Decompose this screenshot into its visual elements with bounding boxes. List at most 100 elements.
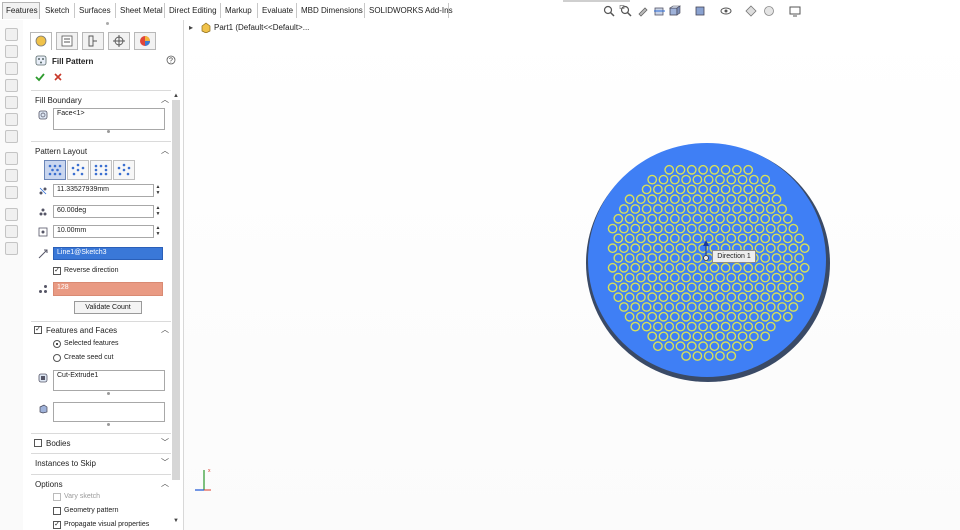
collapse-options-icon[interactable]: ︿ <box>161 480 169 488</box>
tab-solidworks-add-ins[interactable]: SOLIDWORKS Add-Ins <box>366 3 453 18</box>
instance-count-icon <box>39 285 47 293</box>
resize-grip[interactable] <box>107 392 110 395</box>
spacing-spin-down[interactable]: ▼ <box>155 191 161 196</box>
layout-square-button[interactable] <box>90 160 112 180</box>
scroll-up-arrow[interactable]: ▲ <box>172 92 180 100</box>
collapse-fill-boundary-icon[interactable]: ︿ <box>161 96 169 104</box>
property-list-icon <box>61 35 73 47</box>
section-features-faces: Features and Faces <box>46 326 118 335</box>
resize-grip[interactable] <box>107 423 110 426</box>
tab-sketch[interactable]: Sketch <box>42 3 75 18</box>
reverse-direction-checkbox[interactable]: ✓ <box>53 267 61 275</box>
create-seed-cut-label: Create seed cut <box>64 354 114 361</box>
mirror-icon[interactable] <box>5 225 18 238</box>
help-icon[interactable]: ? <box>166 55 176 65</box>
layout-perforation-button[interactable] <box>44 160 66 180</box>
section-options: Options <box>35 480 63 489</box>
scrollbar-thumb[interactable] <box>172 100 180 480</box>
geometry-pattern-checkbox[interactable] <box>53 507 61 515</box>
features-to-pattern-field[interactable]: Cut-Extrude1 <box>53 370 165 391</box>
face-selection-icon <box>38 110 48 120</box>
svg-text:?: ? <box>169 58 173 65</box>
tab-direct-editing[interactable]: Direct Editing <box>166 3 221 18</box>
expand-instances-to-skip-icon[interactable]: ﹀ <box>161 459 169 467</box>
tab-features[interactable]: Features <box>2 2 40 19</box>
cancel-x-icon[interactable] <box>53 72 63 82</box>
margin-spin-down[interactable]: ▼ <box>155 232 161 237</box>
loft-icon[interactable] <box>5 79 18 92</box>
collapse-pattern-layout-icon[interactable]: ︿ <box>161 147 169 155</box>
vary-sketch-checkbox[interactable] <box>53 493 61 501</box>
tab-property-manager[interactable] <box>30 32 52 50</box>
angle-spin-down[interactable]: ▼ <box>155 212 161 217</box>
propagate-visual-checkbox[interactable]: ✓ <box>53 521 61 529</box>
pm-title: Fill Pattern <box>52 57 94 66</box>
direction-callout[interactable]: Direction 1 <box>712 250 756 263</box>
selected-features-label: Selected features <box>64 340 119 347</box>
tab-mbd-dimensions[interactable]: MBD Dimensions <box>298 3 365 18</box>
scene-icon[interactable] <box>762 5 776 17</box>
layout-polygon-button[interactable] <box>113 160 135 180</box>
selected-features-radio[interactable] <box>53 340 61 348</box>
section-bodies: Bodies <box>46 439 71 448</box>
sweep-icon[interactable] <box>5 62 18 75</box>
tab-display-manager[interactable] <box>134 32 156 50</box>
edit-appearance-icon[interactable] <box>744 5 758 17</box>
vary-sketch-label: Vary sketch <box>64 493 101 500</box>
hide-show-icon[interactable] <box>719 5 733 17</box>
shell-icon[interactable] <box>5 186 18 199</box>
collapse-features-faces-icon[interactable]: ︿ <box>161 326 169 334</box>
layout-concentric-button[interactable] <box>67 160 89 180</box>
features-faces-checkbox[interactable]: ✓ <box>34 326 42 334</box>
scroll-down-arrow[interactable]: ▼ <box>172 517 180 525</box>
zoom-to-fit-icon[interactable] <box>602 5 616 17</box>
view-settings-icon[interactable] <box>788 5 802 17</box>
section-instances-to-skip: Instances to Skip <box>35 459 96 468</box>
bodies-checkbox[interactable] <box>34 439 42 447</box>
graphics-area[interactable]: ▸ Part1 (Default<<Default>... Direction … <box>184 20 960 530</box>
propagate-visual-label: Propagate visual properties <box>64 521 150 528</box>
hole-icon[interactable] <box>5 130 18 143</box>
extrude-icon[interactable] <box>5 28 18 41</box>
fillet-icon[interactable] <box>5 152 18 165</box>
create-seed-cut-radio[interactable] <box>53 354 61 362</box>
tab-configuration-manager[interactable] <box>82 32 104 50</box>
fill-pattern-feature-icon <box>35 35 47 47</box>
previous-view-icon[interactable] <box>636 5 650 17</box>
faces-to-pattern-field[interactable] <box>53 402 165 422</box>
zoom-area-icon[interactable] <box>619 5 633 17</box>
tab-surfaces[interactable]: Surfaces <box>76 3 116 18</box>
tab-dimxpert[interactable] <box>108 32 130 50</box>
boundary-icon[interactable] <box>5 96 18 109</box>
tab-feature-tree[interactable] <box>56 32 78 50</box>
display-style-icon[interactable] <box>694 5 708 17</box>
ok-check-icon[interactable] <box>35 72 45 82</box>
instance-count-field: 128 <box>53 282 163 296</box>
panel-grip[interactable] <box>106 22 109 25</box>
pattern-direction-icon <box>38 249 48 259</box>
angle-field[interactable]: 60.00deg <box>53 205 154 218</box>
faces-to-pattern-icon <box>39 404 48 414</box>
fill-boundary-field[interactable]: Face<1> <box>53 108 165 130</box>
validate-count-button[interactable]: Validate Count <box>74 301 142 314</box>
chamfer-icon[interactable] <box>5 169 18 182</box>
tab-markup[interactable]: Markup <box>222 3 258 18</box>
revolve-icon[interactable] <box>5 45 18 58</box>
cut-icon[interactable] <box>5 113 18 126</box>
linear-pattern-icon[interactable] <box>5 208 18 221</box>
margin-field[interactable]: 10.00mm <box>53 225 154 238</box>
rib-icon[interactable] <box>5 242 18 255</box>
reverse-direction-label: Reverse direction <box>64 267 119 274</box>
section-pattern-layout: Pattern Layout <box>35 147 88 156</box>
direction-field[interactable]: Line1@Sketch3 <box>53 247 163 260</box>
resize-grip[interactable] <box>107 130 110 133</box>
view-orientation-icon[interactable] <box>668 5 682 17</box>
spacing-field[interactable]: 11.33527939mm <box>53 184 154 197</box>
command-manager-tabs: Features Sketch Surfaces Sheet Metal Dir… <box>0 0 960 21</box>
perforation-layout-icon <box>48 164 62 176</box>
expand-bodies-icon[interactable]: ﹀ <box>161 439 169 447</box>
section-view-icon[interactable] <box>653 5 667 17</box>
stagger-angle-icon <box>39 208 47 216</box>
tab-evaluate[interactable]: Evaluate <box>259 3 297 18</box>
tab-sheet-metal[interactable]: Sheet Metal <box>117 3 165 18</box>
